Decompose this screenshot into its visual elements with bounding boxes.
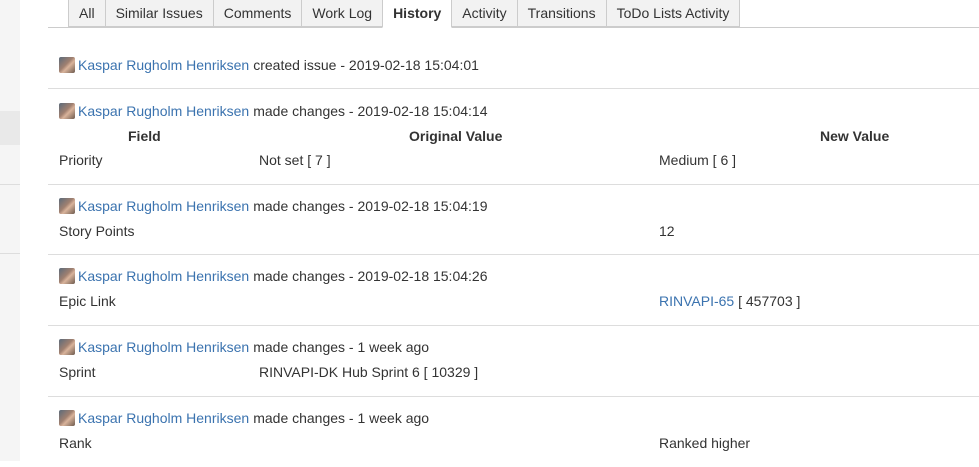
entry-action: created issue - 2019-02-18 15:04:01 [253,57,479,73]
new-value: RINVAPI-65 [ 457703 ] [659,291,800,311]
new-value: Medium [ 6 ] [659,152,737,168]
field-name: Sprint [59,364,96,380]
history-entry: Kaspar Rugholm Henriksen made changes - … [48,185,979,255]
tab-transitions[interactable]: Transitions [516,0,607,27]
epic-id: [ 457703 ] [738,293,801,309]
user-link[interactable]: Kaspar Rugholm Henriksen [78,410,249,426]
tab-all[interactable]: All [68,0,106,27]
history-list: Kaspar Rugholm Henriksen created issue -… [48,28,979,467]
user-link[interactable]: Kaspar Rugholm Henriksen [78,198,249,214]
entry-header: Kaspar Rugholm Henriksen created issue -… [59,55,479,75]
change-row: Priority Not set [ 7 ] Medium [ 6 ] [59,150,979,170]
user-avatar [59,103,75,119]
sidebar-divider [0,184,20,185]
history-entry: Kaspar Rugholm Henriksen made changes - … [48,326,979,397]
entry-header: Kaspar Rugholm Henriksen made changes - … [59,266,487,286]
entry-header: Kaspar Rugholm Henriksen made changes - … [59,196,487,216]
user-link[interactable]: Kaspar Rugholm Henriksen [78,268,249,284]
user-avatar [59,57,75,73]
original-value: RINVAPI-DK Hub Sprint 6 [ 10329 ] [259,364,479,380]
entry-header: Kaspar Rugholm Henriksen made changes - … [59,337,429,357]
field-name: Epic Link [59,293,116,309]
history-entry: Kaspar Rugholm Henriksen made changes - … [48,255,979,326]
user-avatar [59,198,75,214]
user-link[interactable]: Kaspar Rugholm Henriksen [78,339,249,355]
tab-comments[interactable]: Comments [212,0,303,27]
new-value: Ranked higher [659,435,751,451]
entry-action: made changes - 1 week ago [253,410,430,426]
tab-todo-lists-activity[interactable]: ToDo Lists Activity [605,0,741,27]
new-value-column-header: New Value [820,128,890,144]
user-link[interactable]: Kaspar Rugholm Henriksen [78,103,249,119]
field-name: Priority [59,152,103,168]
original-value: Not set [ 7 ] [259,152,331,168]
field-name: Rank [59,435,92,451]
change-row: Story Points 12 [59,221,979,241]
tab-work-log[interactable]: Work Log [301,0,384,27]
entry-header: Kaspar Rugholm Henriksen made changes - … [59,408,429,428]
epic-link[interactable]: RINVAPI-65 [659,293,734,309]
change-row: Sprint RINVAPI-DK Hub Sprint 6 [ 10329 ] [59,362,979,382]
change-row: Epic Link RINVAPI-65 [ 457703 ] [59,291,979,311]
field-column-header: Field [128,128,161,144]
left-sidebar [0,0,20,461]
new-value: 12 [659,223,675,239]
user-link[interactable]: Kaspar Rugholm Henriksen [78,57,249,73]
user-avatar [59,268,75,284]
tab-activity[interactable]: Activity [451,0,518,27]
changes-table-header: Field Original Value New Value [59,126,979,146]
field-name: Story Points [59,223,135,239]
entry-action: made changes - 2019-02-18 15:04:26 [253,268,488,284]
user-avatar [59,410,75,426]
user-avatar [59,339,75,355]
change-row: Rank Ranked higher [59,433,979,453]
sidebar-divider [0,253,20,254]
tab-history[interactable]: History [382,0,453,28]
original-value-column-header: Original Value [409,128,503,144]
sidebar-selected-item[interactable] [0,111,20,145]
tab-similar-issues[interactable]: Similar Issues [104,0,214,27]
history-entry: Kaspar Rugholm Henriksen made changes - … [48,397,979,467]
issue-tabs: All Similar Issues Comments Work Log His… [68,0,741,28]
history-entry: Kaspar Rugholm Henriksen made changes - … [48,89,979,185]
entry-action: made changes - 2019-02-18 15:04:14 [253,103,488,119]
entry-action: made changes - 1 week ago [253,339,430,355]
entry-header: Kaspar Rugholm Henriksen made changes - … [59,101,487,121]
history-entry: Kaspar Rugholm Henriksen created issue -… [48,28,979,89]
entry-action: made changes - 2019-02-18 15:04:19 [253,198,488,214]
